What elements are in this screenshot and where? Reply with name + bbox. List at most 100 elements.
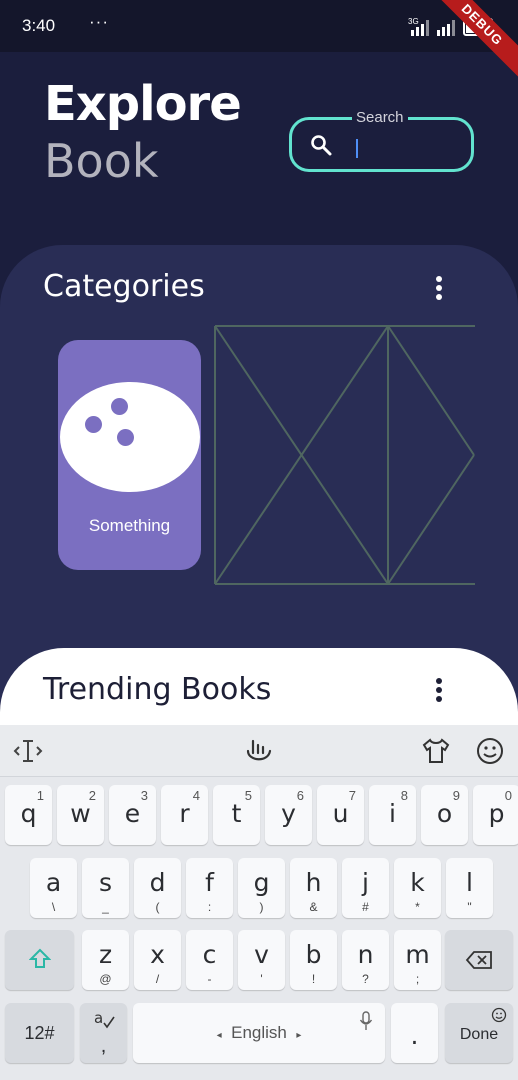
app-screen: 3:40 ··· 3G DEBUG Explore Book Search Ca… [0,0,518,1080]
key-a[interactable]: a \ [30,858,77,918]
soft-keyboard: q1w2e3r4t5y6u7i8o9p0 a \ s _ d(f: g) h & j # k * l " … [0,725,518,1080]
key-symbol-hint: \ [51,900,56,914]
key-label: t [231,799,242,828]
key-label: n [357,940,374,969]
key-e[interactable]: e3 [109,785,156,845]
key-w[interactable]: w2 [57,785,104,845]
key-label: h [305,868,322,897]
period-key[interactable]: . [391,1003,438,1063]
key-u[interactable]: u7 [317,785,364,845]
search-icon [311,135,332,156]
period-label: . [410,1021,419,1050]
key-d[interactable]: d( [134,858,181,918]
comma-key[interactable]: a , [80,1003,127,1063]
trending-more-icon[interactable] [434,678,444,704]
backspace-icon [465,951,492,969]
key-symbol-hint: - [207,972,212,986]
key-label: e [124,799,141,828]
key-label: w [70,799,91,828]
key-label: v [254,940,269,969]
key-number-hint: 8 [400,788,408,803]
key-number-hint: 7 [348,788,356,803]
key-label: p [488,799,505,828]
key-label: c [202,940,217,969]
key-c[interactable]: c- [186,930,233,990]
key-label: s [98,868,113,897]
key-r[interactable]: r4 [161,785,208,845]
key-symbol-hint: _ [102,900,109,914]
keyboard-toolbar [0,725,518,777]
network-type-label: 3G [408,17,419,26]
key-h[interactable]: h & [290,858,337,918]
key-number-hint: 0 [504,788,512,803]
key-label: x [150,940,165,969]
key-label: z [98,940,113,969]
key-number-hint: 4 [192,788,200,803]
key-symbol-hint: ; [415,972,420,986]
key-t[interactable]: t5 [213,785,260,845]
key-label: a [45,868,62,897]
status-bar: 3:40 ··· 3G DEBUG [0,0,518,83]
key-label: b [305,940,322,969]
key-s[interactable]: s _ [82,858,129,918]
svg-text:a: a [94,1009,103,1027]
key-symbol-hint: ! [311,972,316,986]
page-title-line2: Book [44,134,159,188]
key-i[interactable]: i8 [369,785,416,845]
symbols-key[interactable]: 12# [5,1003,74,1063]
page-title-line1: Explore [44,76,242,132]
key-m[interactable]: m; [394,930,441,990]
key-label: y [281,799,296,828]
key-j[interactable]: j # [342,858,389,918]
done-key[interactable]: Done [445,1003,513,1063]
category-card[interactable]: Something [58,340,201,570]
category-label: Something [88,516,171,535]
key-symbol-hint: ' [260,972,263,986]
microphone-icon [359,1011,373,1030]
key-k[interactable]: k * [394,858,441,918]
key-q[interactable]: q1 [5,785,52,845]
image-placeholder [214,325,475,585]
theme-shirt-icon[interactable] [420,737,452,765]
key-g[interactable]: g) [238,858,285,918]
key-symbol-hint: ( [155,900,160,914]
search-label: Search [352,109,408,126]
key-label: q [20,799,37,828]
key-p[interactable]: p0 [473,785,518,845]
key-label: o [436,799,453,828]
space-key[interactable]: ◂ English ▸ [133,1003,385,1063]
key-l[interactable]: l " [446,858,493,918]
trending-title: Trending Books [43,672,272,707]
emoji-icon[interactable] [475,737,505,765]
key-number-hint: 3 [140,788,148,803]
spellcheck-icon: a [94,1009,115,1029]
text-cursor [356,139,358,158]
status-notification-dots: ··· [89,12,109,31]
key-number-hint: 6 [296,788,304,803]
key-number-hint: 1 [36,788,44,803]
backspace-key[interactable] [445,930,513,990]
key-z[interactable]: z @ [82,930,129,990]
key-y[interactable]: y6 [265,785,312,845]
key-symbol-hint: # [362,900,369,914]
key-symbol-hint: : [207,900,212,914]
space-key-label: English [231,1023,287,1042]
symbols-key-label: 12# [24,1023,55,1043]
comma-label: , [100,1035,107,1057]
key-f[interactable]: f: [186,858,233,918]
text-cursor-icon[interactable] [12,737,44,765]
key-b[interactable]: b! [290,930,337,990]
debug-banner: DEBUG [424,0,518,83]
key-n[interactable]: n? [342,930,389,990]
key-v[interactable]: v ' [238,930,285,990]
key-number-hint: 9 [452,788,460,803]
key-label: i [389,799,396,828]
key-o[interactable]: o9 [421,785,468,845]
categories-more-icon[interactable] [434,276,444,302]
key-number-hint: 5 [244,788,252,803]
shift-key[interactable] [5,930,74,990]
key-symbol-hint: & [309,900,318,914]
key-symbol-hint: ? [362,972,369,986]
key-x[interactable]: x / [134,930,181,990]
gesture-hand-icon[interactable] [244,737,274,765]
